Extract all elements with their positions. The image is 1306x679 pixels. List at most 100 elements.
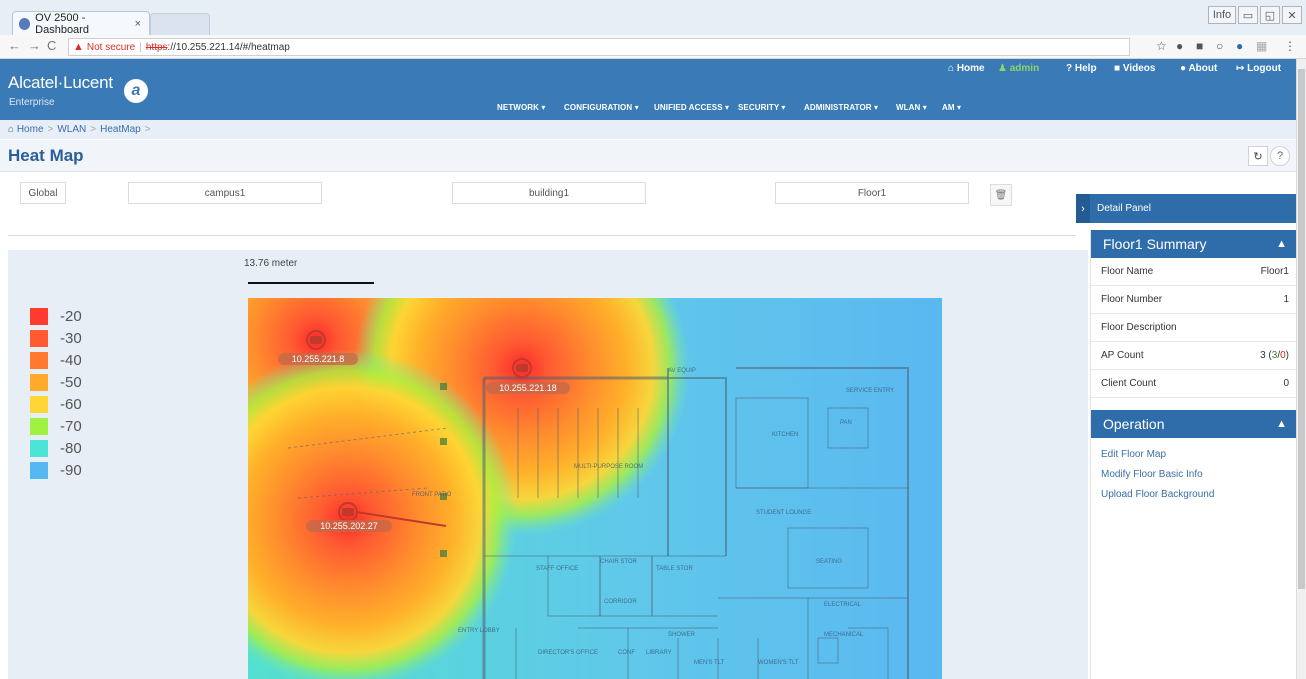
favicon-icon xyxy=(19,17,31,30)
nav-am[interactable]: AM ▾ xyxy=(942,103,961,112)
reload-icon[interactable]: C xyxy=(47,38,56,53)
nav-administrator[interactable]: ADMINISTRATOR ▾ xyxy=(804,103,878,112)
url-scheme: https xyxy=(145,41,168,53)
summary-key: Client Count xyxy=(1101,378,1157,389)
room-label: ELECTRICAL xyxy=(824,602,862,608)
extension-icon[interactable]: ● xyxy=(1236,40,1248,52)
campus-selector[interactable]: campus1 xyxy=(128,182,322,204)
global-selector[interactable]: Global xyxy=(20,182,66,204)
summary-row: AP Count 3 (3/0) xyxy=(1091,342,1297,370)
new-tab-button[interactable] xyxy=(150,13,210,35)
detail-panel: Floor1 Summary ▲ Floor Name Floor1 Floor… xyxy=(1090,230,1297,679)
floor-heatmap[interactable]: 10.255.221.8 10.255.221.18 10.255.202.27… xyxy=(248,298,942,679)
edit-floor-map-link[interactable]: Edit Floor Map xyxy=(1101,449,1166,460)
breadcrumb-wlan[interactable]: WLAN xyxy=(57,124,86,135)
legend-item: -20 xyxy=(30,308,82,325)
detail-panel-toggle[interactable]: › Detail Panel xyxy=(1076,194,1296,223)
room-label: KITCHEN xyxy=(772,432,798,438)
tab-close-icon[interactable]: × xyxy=(135,18,141,30)
room-label: STAFF OFFICE xyxy=(536,566,578,572)
nav-unified-access[interactable]: UNIFIED ACCESS ▾ xyxy=(654,103,729,112)
help-link[interactable]: ? Help xyxy=(1066,63,1097,74)
room-label: ENTRY LOBBY xyxy=(458,628,500,634)
chevron-up-icon[interactable]: ▲ xyxy=(1276,238,1287,250)
app-header: Alcatel·Lucent Enterprise a ⌂ Home ♟ adm… xyxy=(0,59,1296,120)
legend-item: -60 xyxy=(30,396,82,413)
summary-key: AP Count xyxy=(1101,350,1144,361)
tab-title: OV 2500 - Dashboard xyxy=(35,11,89,36)
nav-network[interactable]: NETWORK ▾ xyxy=(497,103,545,112)
upload-floor-background-link[interactable]: Upload Floor Background xyxy=(1101,489,1214,500)
legend-item: -70 xyxy=(30,418,82,435)
refresh-icon[interactable]: ↻ xyxy=(1248,146,1268,166)
extension-icon[interactable]: ■ xyxy=(1196,40,1208,52)
scrollbar-thumb[interactable] xyxy=(1298,69,1305,589)
summary-row: Floor Number 1 xyxy=(1091,286,1297,314)
trash-icon[interactable]: 🗑 xyxy=(990,184,1012,206)
legend-swatch xyxy=(30,418,48,435)
ap-label: 10.255.221.8 xyxy=(292,354,345,364)
ap-label: 10.255.202.27 xyxy=(320,521,378,531)
warning-icon: ▲ xyxy=(73,41,84,53)
divider xyxy=(8,235,1076,236)
home-link[interactable]: ⌂ Home xyxy=(948,63,985,74)
summary-row: Floor Description xyxy=(1091,314,1297,342)
room-label: MEN'S TLT xyxy=(694,660,725,666)
legend-swatch xyxy=(30,330,48,347)
extension-icon[interactable]: ○ xyxy=(1216,40,1228,52)
summary-title: Floor1 Summary xyxy=(1103,236,1207,252)
maximize-icon[interactable]: ◱ xyxy=(1260,6,1280,24)
profile-button[interactable]: Info xyxy=(1208,6,1236,24)
page-scrollbar[interactable] xyxy=(1296,59,1306,679)
extension-icon[interactable]: ● xyxy=(1176,40,1188,52)
logout-link[interactable]: ↦ Logout xyxy=(1236,63,1281,74)
ap-down-count: 0 xyxy=(1280,350,1286,361)
room-label: FRONT PATIO xyxy=(412,492,452,498)
user-link[interactable]: ♟ admin xyxy=(998,63,1039,74)
detail-panel-title: Detail Panel xyxy=(1097,203,1151,214)
address-bar-row: ← → C ▲ Not secure | https ://10.255.221… xyxy=(0,35,1306,59)
nav-security[interactable]: SECURITY ▾ xyxy=(738,103,786,112)
room-label: CORRIDOR xyxy=(604,599,637,605)
menu-kebab-icon[interactable]: ⋮ xyxy=(1284,40,1296,52)
forward-arrow-icon[interactable]: → xyxy=(28,38,41,53)
room-label: WOMEN'S TLT xyxy=(758,660,799,666)
url-field[interactable]: ▲ Not secure | https ://10.255.221.14/#/… xyxy=(68,38,1130,56)
summary-key: Floor Description xyxy=(1101,322,1177,333)
floor-selector[interactable]: Floor1 xyxy=(775,182,969,204)
nav-wlan[interactable]: WLAN ▾ xyxy=(896,103,927,112)
room-label: LIBRARY xyxy=(646,650,672,656)
back-arrow-icon[interactable]: ← xyxy=(8,38,21,53)
star-icon[interactable]: ☆ xyxy=(1156,40,1168,52)
summary-key: Floor Number xyxy=(1101,294,1163,305)
summary-key: Floor Name xyxy=(1101,266,1154,277)
summary-row: Client Count 0 xyxy=(1091,370,1297,398)
legend-item: -80 xyxy=(30,440,82,457)
extension-icon[interactable]: ▦ xyxy=(1256,40,1268,52)
breadcrumb-home[interactable]: ⌂ Home xyxy=(8,124,44,135)
videos-link[interactable]: ■ Videos xyxy=(1114,63,1155,74)
ap-label: 10.255.221.18 xyxy=(499,383,557,393)
nav-configuration[interactable]: CONFIGURATION ▾ xyxy=(564,103,639,112)
legend-swatch xyxy=(30,440,48,457)
scale-label: 13.76 meter xyxy=(244,258,298,269)
legend-item: -30 xyxy=(30,330,82,347)
scale-bar xyxy=(248,282,374,284)
modify-floor-info-link[interactable]: Modify Floor Basic Info xyxy=(1101,469,1203,480)
building-selector[interactable]: building1 xyxy=(452,182,646,204)
about-link[interactable]: ● About xyxy=(1180,63,1217,74)
browser-tab[interactable]: OV 2500 - Dashboard × xyxy=(12,11,150,36)
chevron-up-icon[interactable]: ▲ xyxy=(1276,418,1287,430)
help-icon[interactable]: ? xyxy=(1270,146,1290,166)
room-label: SERVICE ENTRY xyxy=(846,388,894,394)
legend-swatch xyxy=(30,396,48,413)
breadcrumb-heatmap[interactable]: HeatMap xyxy=(100,124,141,135)
operation-title: Operation xyxy=(1103,416,1165,432)
legend-swatch xyxy=(30,308,48,325)
minimize-icon[interactable]: ▭ xyxy=(1238,6,1258,24)
operation-header[interactable]: Operation ▲ xyxy=(1091,410,1297,438)
close-window-icon[interactable]: ✕ xyxy=(1282,6,1302,24)
summary-header[interactable]: Floor1 Summary ▲ xyxy=(1091,230,1297,258)
page-title: Heat Map xyxy=(8,146,84,165)
alcatel-logo-icon[interactable]: a xyxy=(124,79,148,103)
